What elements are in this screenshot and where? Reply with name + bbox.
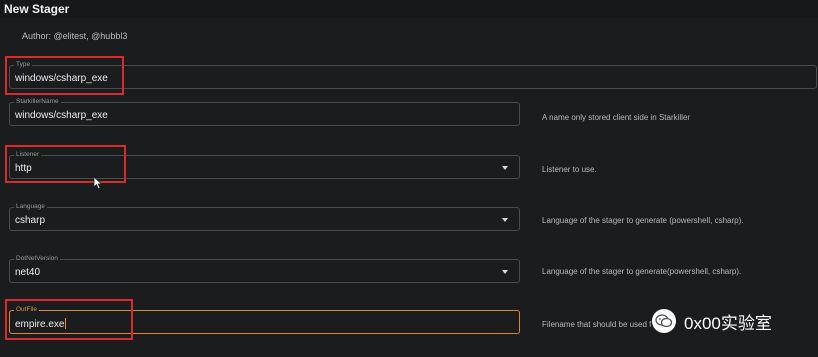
language-select[interactable]: Language csharp	[9, 202, 520, 231]
highlight-box-outfile	[5, 299, 133, 340]
dotnet-version-select[interactable]: DotNetVersion net40	[9, 254, 520, 283]
dotnet-version-label: DotNetVersion	[14, 254, 60, 263]
language-hint: Language of the stager to generate (powe…	[542, 216, 744, 225]
mouse-cursor-icon	[93, 176, 102, 190]
author-text: Author: @elitest, @hubbl3	[22, 31, 128, 41]
type-field[interactable]: Type windows/csharp_exe	[9, 60, 817, 89]
dotnet-version-hint: Language of the stager to generate(power…	[542, 267, 742, 276]
page-title: New Stager	[4, 2, 70, 16]
outfile-hint: Filename that should be used f	[542, 320, 652, 329]
watermark-text: 0x00实验室	[684, 313, 772, 333]
chevron-down-icon[interactable]	[502, 218, 508, 222]
starkiller-name-value: windows/csharp_exe	[15, 110, 108, 121]
starkiller-name-field[interactable]: StarkillerName windows/csharp_exe	[9, 97, 520, 126]
starkiller-name-hint: A name only stored client side in Starki…	[542, 113, 691, 122]
wechat-icon	[652, 309, 676, 333]
chevron-down-icon[interactable]	[502, 270, 508, 274]
language-label: Language	[14, 202, 47, 211]
starkiller-name-label: StarkillerName	[14, 97, 61, 106]
language-value: csharp	[15, 215, 46, 226]
highlight-box-listener	[5, 145, 126, 183]
listener-hint: Listener to use.	[542, 165, 597, 174]
title-bar: New Stager	[0, 0, 818, 18]
watermark: 0x00实验室	[652, 306, 818, 336]
dotnet-version-value: net40	[15, 267, 41, 278]
chevron-down-icon[interactable]	[502, 166, 508, 170]
highlight-box-type	[5, 56, 124, 95]
